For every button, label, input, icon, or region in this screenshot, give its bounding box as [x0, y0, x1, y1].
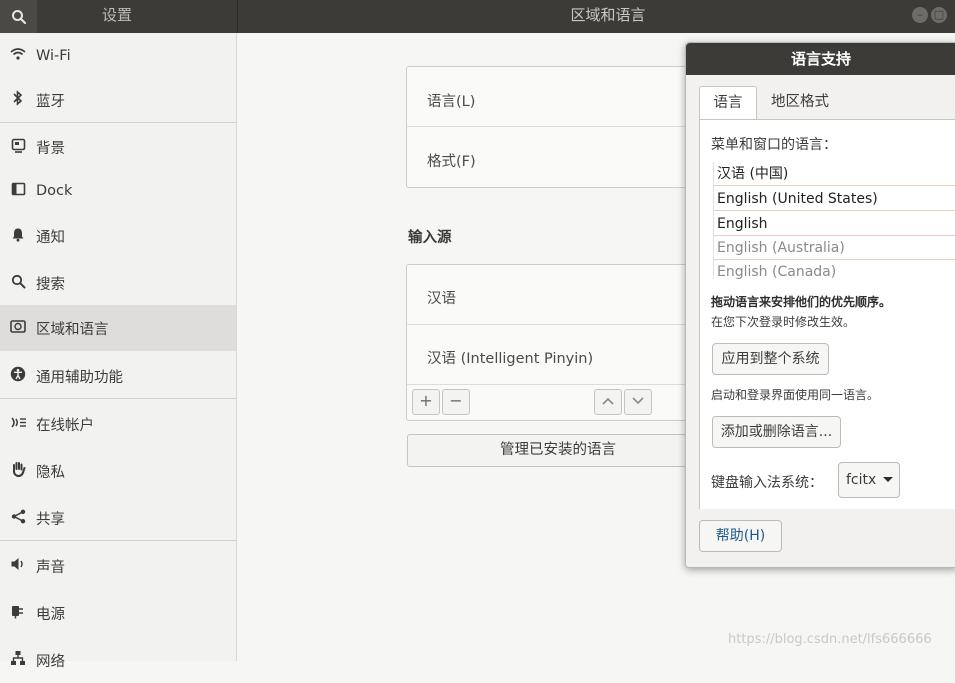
- tab-regional-formats[interactable]: 地区格式: [758, 86, 842, 118]
- sidebar-item-label: 电源: [36, 606, 65, 623]
- sidebar-item-power[interactable]: 电源: [0, 590, 236, 636]
- list-item[interactable]: English: [714, 212, 955, 236]
- effect-hint: 在您下次登录时修改生效。: [711, 315, 856, 329]
- sidebar-item-notifications[interactable]: 通知: [0, 213, 236, 259]
- power-icon: [0, 603, 36, 623]
- sidebar-item-dock[interactable]: Dock: [0, 168, 236, 214]
- row-divider: [407, 324, 707, 325]
- sidebar-item-sound[interactable]: 声音: [0, 543, 236, 589]
- sidebar-item-label: 区域和语言: [36, 321, 109, 338]
- list-item[interactable]: English (Australia): [714, 236, 955, 260]
- apply-system-wide-button[interactable]: 应用到整个系统: [712, 343, 829, 375]
- region-icon: [0, 319, 36, 337]
- app-title: 设置: [101, 6, 132, 24]
- minimize-button[interactable]: –: [912, 7, 928, 23]
- language-format-frame: 语言(L) 格式(F): [406, 66, 708, 188]
- add-remove-languages-button[interactable]: 添加或删除语言...: [712, 416, 841, 448]
- chevron-down-icon: [632, 397, 644, 405]
- network-icon: [0, 650, 36, 670]
- list-item[interactable]: English (United States): [714, 187, 955, 211]
- background-icon: [0, 138, 36, 157]
- sidebar-item-label: 搜索: [36, 276, 65, 293]
- sidebar-item-label: 背景: [36, 140, 65, 157]
- search-icon: [0, 274, 36, 293]
- bluetooth-icon: [0, 90, 36, 110]
- drag-hint: 拖动语言来安排他们的优先顺序。: [711, 295, 892, 309]
- search-button[interactable]: [0, 0, 37, 33]
- sidebar-item-label: 通知: [36, 229, 65, 246]
- accessibility-icon: [0, 366, 36, 386]
- sidebar-item-wifi[interactable]: Wi-Fi: [0, 33, 236, 79]
- sidebar-item-bluetooth[interactable]: 蓝牙: [0, 77, 236, 123]
- language-list[interactable]: 汉语 (中国) English (United States) English …: [713, 162, 955, 279]
- sidebar-item-region-language[interactable]: 区域和语言: [0, 305, 236, 351]
- sidebar-divider: [0, 540, 236, 541]
- row-divider: [407, 384, 707, 385]
- dialog-title: 语言支持: [686, 43, 955, 75]
- move-up-button[interactable]: [594, 389, 622, 415]
- online-accounts-icon: [0, 415, 36, 434]
- wifi-icon: [0, 47, 36, 65]
- list-item[interactable]: English (Canada): [714, 260, 955, 279]
- language-support-dialog: 语言支持 语言 地区格式 菜单和窗口的语言： 汉语 (中国) English (…: [685, 42, 955, 568]
- caret-down-icon: [883, 463, 893, 510]
- sidebar-item-search[interactable]: 搜索: [0, 260, 236, 306]
- sidebar-divider: [0, 122, 236, 123]
- remove-input-source-button[interactable]: −: [442, 389, 470, 415]
- sidebar-item-label: Wi-Fi: [36, 48, 71, 64]
- sidebar-item-label: 通用辅助功能: [36, 369, 123, 386]
- sidebar-item-label: 网络: [36, 653, 65, 670]
- input-sources-frame: 汉语 汉语 (Intelligent Pinyin) + −: [406, 264, 708, 421]
- sidebar-item-label: 在线帐户: [36, 417, 94, 434]
- keyboard-input-label: 键盘输入法系统：: [711, 475, 823, 491]
- search-icon: [11, 9, 26, 24]
- list-item[interactable]: 汉语 (中国): [714, 162, 955, 186]
- chevron-up-icon: [602, 397, 614, 405]
- keyboard-input-value: fcitx: [846, 472, 877, 488]
- sidebar-item-background[interactable]: 背景: [0, 124, 236, 170]
- sidebar-item-privacy[interactable]: 隐私: [0, 448, 236, 494]
- bell-icon: [0, 227, 36, 246]
- sidebar-divider: [0, 398, 236, 399]
- login-hint: 启动和登录界面使用同一语言。: [711, 388, 880, 402]
- sidebar-item-label: 共享: [36, 511, 65, 528]
- input-sources-title: 输入源: [408, 230, 452, 246]
- format-row[interactable]: 格式(F): [427, 150, 476, 171]
- sidebar-item-label: 蓝牙: [36, 93, 65, 110]
- input-source-item[interactable]: 汉语: [427, 287, 456, 308]
- sidebar-item-label: 声音: [36, 559, 65, 576]
- language-row[interactable]: 语言(L): [427, 90, 475, 111]
- share-icon: [0, 509, 36, 528]
- sidebar-item-online-accounts[interactable]: 在线帐户: [0, 401, 236, 447]
- sidebar-item-network[interactable]: 网络: [0, 637, 236, 683]
- sidebar: Wi-Fi 蓝牙 背景 Dock 通知 搜索 区域和语言 通用辅助功能 在线帐户…: [0, 33, 237, 670]
- add-input-source-button[interactable]: +: [412, 389, 440, 415]
- maximize-button[interactable]: □: [931, 7, 947, 23]
- menu-language-label: 菜单和窗口的语言：: [711, 137, 837, 153]
- row-divider: [407, 126, 707, 127]
- watermark: https://blog.csdn.net/lfs666666: [728, 632, 932, 647]
- keyboard-input-select[interactable]: fcitx: [838, 462, 900, 498]
- hand-icon: [0, 461, 36, 481]
- sidebar-item-label: Dock: [36, 183, 73, 199]
- dock-icon: [0, 182, 36, 200]
- sidebar-item-label: 隐私: [36, 464, 65, 481]
- sidebar-item-sharing[interactable]: 共享: [0, 495, 236, 541]
- page-title: 区域和语言: [570, 6, 646, 24]
- manage-installed-languages-button[interactable]: 管理已安装的语言: [407, 434, 709, 467]
- help-button[interactable]: 帮助(H): [699, 520, 782, 552]
- sidebar-item-accessibility[interactable]: 通用辅助功能: [0, 353, 236, 399]
- move-down-button[interactable]: [624, 389, 652, 415]
- speaker-icon: [0, 557, 36, 575]
- input-source-item[interactable]: 汉语 (Intelligent Pinyin): [427, 347, 593, 368]
- tab-language[interactable]: 语言: [699, 86, 757, 119]
